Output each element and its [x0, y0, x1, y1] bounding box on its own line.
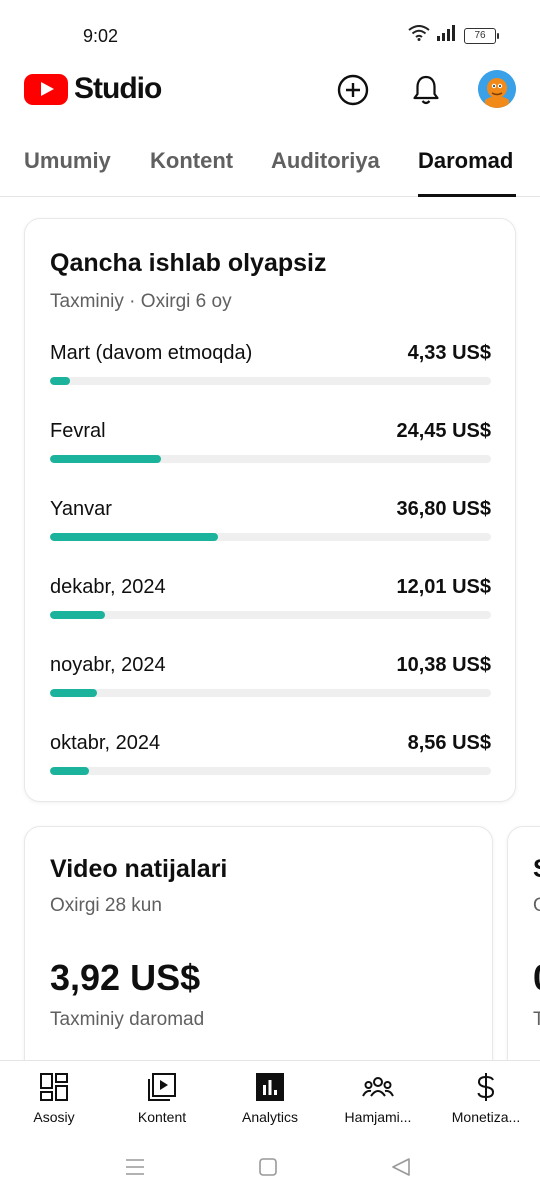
dashboard-icon: [38, 1071, 70, 1103]
app-name: Studio: [74, 72, 162, 105]
video-revenue-value: 3,92 US$: [50, 957, 201, 998]
home-icon[interactable]: [256, 1155, 280, 1179]
analytics-icon: [254, 1071, 286, 1103]
tab-overview[interactable]: Umumiy: [24, 148, 111, 174]
progress-track: [50, 767, 491, 775]
tab-audience[interactable]: Auditoriya: [271, 148, 380, 174]
wifi-icon: [408, 25, 430, 46]
next-card-peek[interactable]: S O 0 T: [507, 826, 540, 1086]
month-value: 10,38 US$: [396, 654, 491, 676]
earnings-row: Mart (davom etmoqda) 4,33 US$: [50, 342, 491, 402]
month-label: oktabr, 2024: [50, 732, 161, 754]
create-icon[interactable]: [335, 72, 371, 108]
month-value: 24,45 US$: [396, 420, 491, 442]
nav-label: Monetiza...: [451, 1109, 521, 1125]
video-results-title: Video natijalari: [50, 855, 228, 883]
nav-label: Asosiy: [33, 1109, 75, 1125]
status-time: 9:02: [83, 26, 119, 46]
progress-fill: [50, 689, 98, 697]
menu-icon[interactable]: [123, 1155, 147, 1179]
earnings-row: dekabr, 2024 12,01 US$: [50, 576, 491, 636]
month-value: 36,80 US$: [396, 498, 491, 520]
community-icon: [362, 1071, 394, 1103]
tab-content[interactable]: Kontent: [150, 148, 233, 174]
nav-label: Kontent: [137, 1109, 187, 1125]
signal-icon: [436, 25, 458, 46]
month-label: Yanvar: [50, 498, 112, 520]
peek-subtitle: O: [533, 895, 540, 917]
month-label: noyabr, 2024: [50, 654, 166, 676]
nav-item-analytics[interactable]: Analytics: [216, 1071, 324, 1125]
peek-title: S: [533, 855, 540, 884]
progress-track: [50, 533, 491, 541]
nav-item-monetization[interactable]: Monetiza...: [432, 1071, 540, 1125]
month-label: Mart (davom etmoqda): [50, 342, 253, 364]
progress-fill: [50, 611, 105, 619]
month-value: 8,56 US$: [407, 732, 491, 754]
earnings-row: noyabr, 2024 10,38 US$: [50, 654, 491, 714]
status-bar: 9:02 76: [0, 0, 540, 70]
progress-fill: [50, 767, 89, 775]
earnings-row: Fevral 24,45 US$: [50, 420, 491, 480]
earnings-row: Yanvar 36,80 US$: [50, 498, 491, 558]
earnings-title: Qancha ishlab olyapsiz: [50, 249, 327, 277]
back-icon[interactable]: [389, 1155, 413, 1179]
video-results-card[interactable]: Video natijalari Oxirgi 28 kun 3,92 US$ …: [24, 826, 493, 1086]
content-icon: [146, 1071, 178, 1103]
month-value: 12,01 US$: [396, 576, 491, 598]
nav-item-home[interactable]: Asosiy: [0, 1071, 108, 1125]
progress-track: [50, 611, 491, 619]
progress-fill: [50, 533, 218, 541]
battery-icon: 76: [464, 27, 499, 44]
youtube-logo-icon: [24, 73, 68, 105]
status-icons: 76: [408, 25, 499, 46]
studio-logo[interactable]: Studio: [24, 72, 162, 106]
peek-caption: T: [533, 1009, 540, 1030]
bell-icon[interactable]: [408, 72, 444, 108]
tab-bar: Umumiy Kontent Auditoriya Daromad: [0, 140, 540, 197]
earnings-row: oktabr, 2024 8,56 US$: [50, 732, 491, 792]
nav-label: Analytics: [241, 1109, 299, 1125]
nav-item-content[interactable]: Kontent: [108, 1071, 216, 1125]
progress-track: [50, 455, 491, 463]
system-navigation-bar: [0, 1135, 540, 1200]
progress-fill: [50, 455, 162, 463]
earnings-card[interactable]: Qancha ishlab olyapsiz Taxminiy · Oxirgi…: [24, 218, 516, 802]
tab-revenue[interactable]: Daromad: [418, 148, 513, 174]
app-header: Studio: [0, 66, 540, 118]
progress-track: [50, 689, 491, 697]
month-label: Fevral: [50, 420, 106, 442]
active-tab-indicator: [418, 194, 516, 197]
earnings-subtitle: Taxminiy · Oxirgi 6 oy: [50, 291, 232, 312]
video-revenue-caption: Taxminiy daromad: [50, 1009, 205, 1030]
peek-value: 0: [533, 957, 540, 999]
progress-track: [50, 377, 491, 385]
bottom-navigation: Asosiy Kontent Analytics Hamjami... Mone…: [0, 1060, 540, 1135]
progress-fill: [50, 377, 70, 385]
avatar[interactable]: [478, 70, 516, 108]
dollar-icon: [470, 1071, 502, 1103]
month-value: 4,33 US$: [407, 342, 491, 364]
month-label: dekabr, 2024: [50, 576, 166, 598]
video-results-subtitle: Oxirgi 28 kun: [50, 895, 162, 916]
nav-label: Hamjami...: [344, 1109, 412, 1125]
nav-item-community[interactable]: Hamjami...: [324, 1071, 432, 1125]
